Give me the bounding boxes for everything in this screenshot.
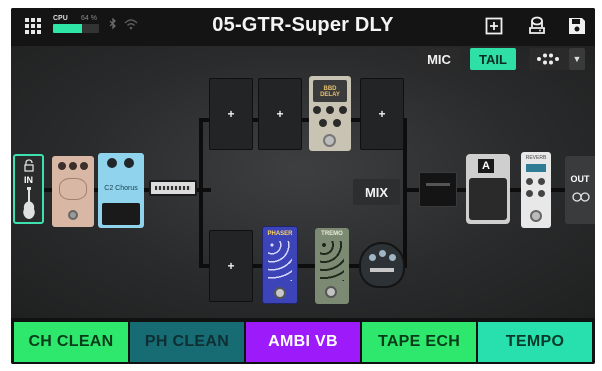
snapshot-button[interactable]: CH CLEAN (14, 322, 128, 362)
phaser-pedal-block[interactable]: PHASER (262, 226, 298, 304)
tremolo-pedal-block[interactable]: TREMO (315, 228, 349, 304)
device-screen: CPU 64 % 05-GTR-Super DLY MIC TAIL ▼ IN … (11, 8, 595, 364)
snapshot-label: TEMPO (505, 333, 565, 350)
input-block[interactable]: IN (13, 154, 44, 224)
footswitch (325, 286, 337, 298)
snapshot-bar: CH CLEAN PH CLEAN AMBI VB TAPE ECH TEMPO (11, 318, 595, 364)
stereo-output-icon (572, 192, 590, 202)
cab-logo (426, 183, 450, 186)
wifi-icon (124, 17, 138, 31)
snapshot-label: TAPE ECH (377, 333, 461, 350)
snapshot-label: PH CLEAN (144, 333, 230, 350)
footswitch-plate (102, 203, 140, 225)
tremolo-knobs (320, 241, 344, 281)
snapshot-button[interactable]: TEMPO (478, 322, 592, 362)
knob (369, 254, 376, 261)
add-icon: + (227, 259, 235, 273)
delay-pedal-block[interactable]: BBD DELAY (309, 76, 351, 151)
knob (80, 162, 88, 170)
footswitch (274, 287, 286, 299)
reverb-pedal-block[interactable]: REVERB (521, 152, 551, 228)
knob (389, 254, 396, 261)
fuzz-pedal-block[interactable] (359, 242, 405, 288)
bluetooth-icon (109, 17, 117, 34)
snapshot-button[interactable]: AMBI VB (246, 322, 360, 362)
chorus-pedal-block[interactable]: C2 Chorus (98, 153, 144, 228)
mix-block[interactable]: MIX (353, 179, 400, 205)
add-icon: + (276, 107, 284, 121)
phaser-knobs (268, 241, 292, 281)
block-layout-icon (537, 53, 559, 65)
amp-block[interactable]: A (466, 154, 510, 224)
cpu-label: CPU (53, 15, 68, 22)
amp-channel-badge: A (478, 159, 494, 173)
delay-label: BBD DELAY (320, 86, 340, 98)
grid-menu-icon[interactable] (25, 18, 41, 34)
knob (526, 190, 533, 197)
knob (124, 158, 134, 168)
knob (339, 106, 347, 114)
empty-slot[interactable]: + (360, 78, 404, 150)
add-icon: + (378, 107, 386, 121)
knob (319, 119, 327, 127)
snapshot-button[interactable]: TAPE ECH (362, 322, 476, 362)
chorus-label: C2 Chorus (104, 185, 138, 192)
footswitch (530, 210, 542, 222)
output-label: OUT (570, 174, 590, 184)
save-icon[interactable] (568, 17, 588, 37)
snapshot-label: AMBI VB (268, 333, 338, 350)
block-layout-button[interactable] (529, 48, 569, 70)
wire-split (199, 118, 203, 268)
top-bar: CPU 64 % 05-GTR-Super DLY (11, 8, 595, 46)
pedal-badge (370, 268, 394, 272)
lock-icon (24, 159, 34, 172)
preamp-block[interactable] (149, 180, 197, 196)
layout-dropdown-button[interactable]: ▼ (569, 48, 585, 70)
knob (333, 119, 341, 127)
tremolo-label: TREMO (321, 231, 343, 237)
cpu-meter (53, 24, 99, 33)
delay-label-plate: BBD DELAY (313, 80, 347, 102)
snapshot-button[interactable]: PH CLEAN (130, 322, 244, 362)
empty-slot[interactable]: + (209, 78, 253, 150)
knob (313, 106, 321, 114)
tail-button[interactable]: TAIL (470, 48, 516, 70)
empty-slot[interactable]: + (209, 230, 253, 302)
add-block-icon[interactable] (485, 17, 505, 37)
knob (538, 190, 545, 197)
signal-chain-canvas: MIC TAIL ▼ IN C2 Chorus + + BBD DELAY + … (11, 46, 595, 318)
snapshot-label: CH CLEAN (28, 333, 114, 350)
footswitch (323, 134, 336, 147)
cpu-meter-fill (53, 24, 83, 33)
knob (107, 158, 117, 168)
save-alt-icon[interactable] (528, 16, 548, 36)
chevron-down-icon: ▼ (572, 54, 582, 64)
output-block[interactable]: OUT (565, 156, 595, 224)
mic-button[interactable]: MIC (418, 48, 460, 70)
knob (379, 250, 386, 257)
knob (58, 162, 66, 170)
knob (326, 106, 334, 114)
knob (69, 162, 77, 170)
cpu-percent: 64 % (81, 15, 97, 22)
amp-grille (469, 178, 507, 220)
reverb-display (526, 164, 546, 172)
reverb-label: REVERB (525, 155, 547, 161)
preamp-knobs (155, 186, 191, 190)
input-label: IN (24, 175, 33, 185)
knob (538, 178, 545, 185)
add-icon: + (227, 107, 235, 121)
empty-slot[interactable]: + (258, 78, 302, 150)
footswitch (68, 210, 78, 220)
knob (526, 178, 533, 185)
pedal-logo (59, 178, 87, 200)
phaser-label: PHASER (267, 231, 293, 237)
drive-pedal-block[interactable] (52, 156, 94, 227)
preset-title[interactable]: 05-GTR-Super DLY (161, 14, 445, 37)
cab-block[interactable] (419, 172, 457, 207)
guitar-icon (23, 187, 35, 219)
